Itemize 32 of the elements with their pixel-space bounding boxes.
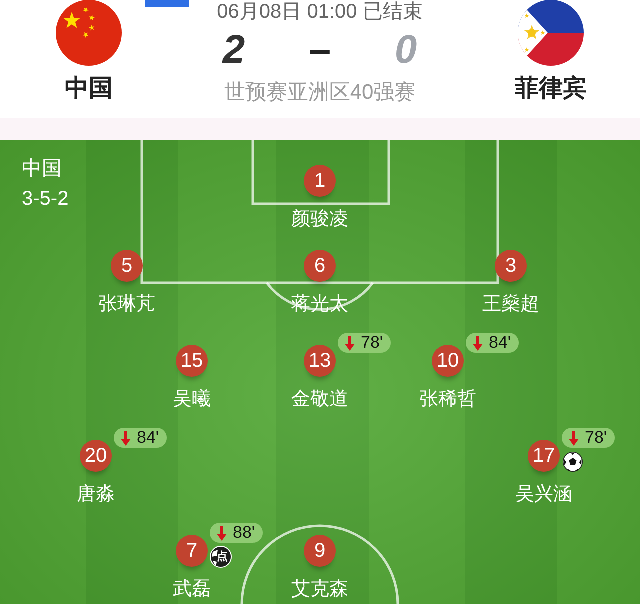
score-separator: – [308, 30, 332, 70]
player-name: 吴曦 [173, 388, 211, 412]
down-arrow-icon [473, 336, 483, 350]
formation-label: 3-5-2 [22, 187, 69, 212]
down-arrow-icon [345, 336, 355, 350]
substitution-minute: 84' [489, 333, 512, 353]
match-status: 06月08日 01:00 已结束 [217, 0, 423, 24]
down-arrow-icon [569, 430, 579, 446]
player-name: 张稀哲 [420, 388, 476, 412]
player-name: 唐淼 [77, 483, 115, 507]
tab-indicator [145, 0, 189, 7]
substitution-minute: 78' [585, 428, 608, 448]
player-name: 张琳芃 [98, 293, 156, 317]
down-arrow-icon [121, 430, 131, 446]
team-name: 中国 [22, 157, 63, 182]
down-arrow-icon [217, 526, 227, 540]
player-name: 吴兴涵 [516, 483, 572, 507]
substitution-minute: 78' [361, 333, 384, 353]
score: 2 [221, 30, 246, 70]
substitution-minute: 88' [233, 523, 256, 543]
team-name: 中国 [65, 75, 113, 103]
flag-icon [518, 0, 584, 66]
soccer-ball-icon [563, 452, 583, 472]
substitution-minute: 84' [137, 428, 160, 448]
team-name: 菲律宾 [515, 75, 587, 103]
score: 0 [394, 30, 418, 70]
competition-name: 世预赛亚洲区40强赛 [224, 80, 416, 106]
player-name: 金敬道 [292, 388, 348, 412]
player-name: 颜骏凌 [292, 208, 348, 232]
player-name: 王燊超 [482, 293, 540, 317]
player-name: 武磊 [173, 578, 211, 602]
player-name: 艾克森 [292, 578, 348, 602]
